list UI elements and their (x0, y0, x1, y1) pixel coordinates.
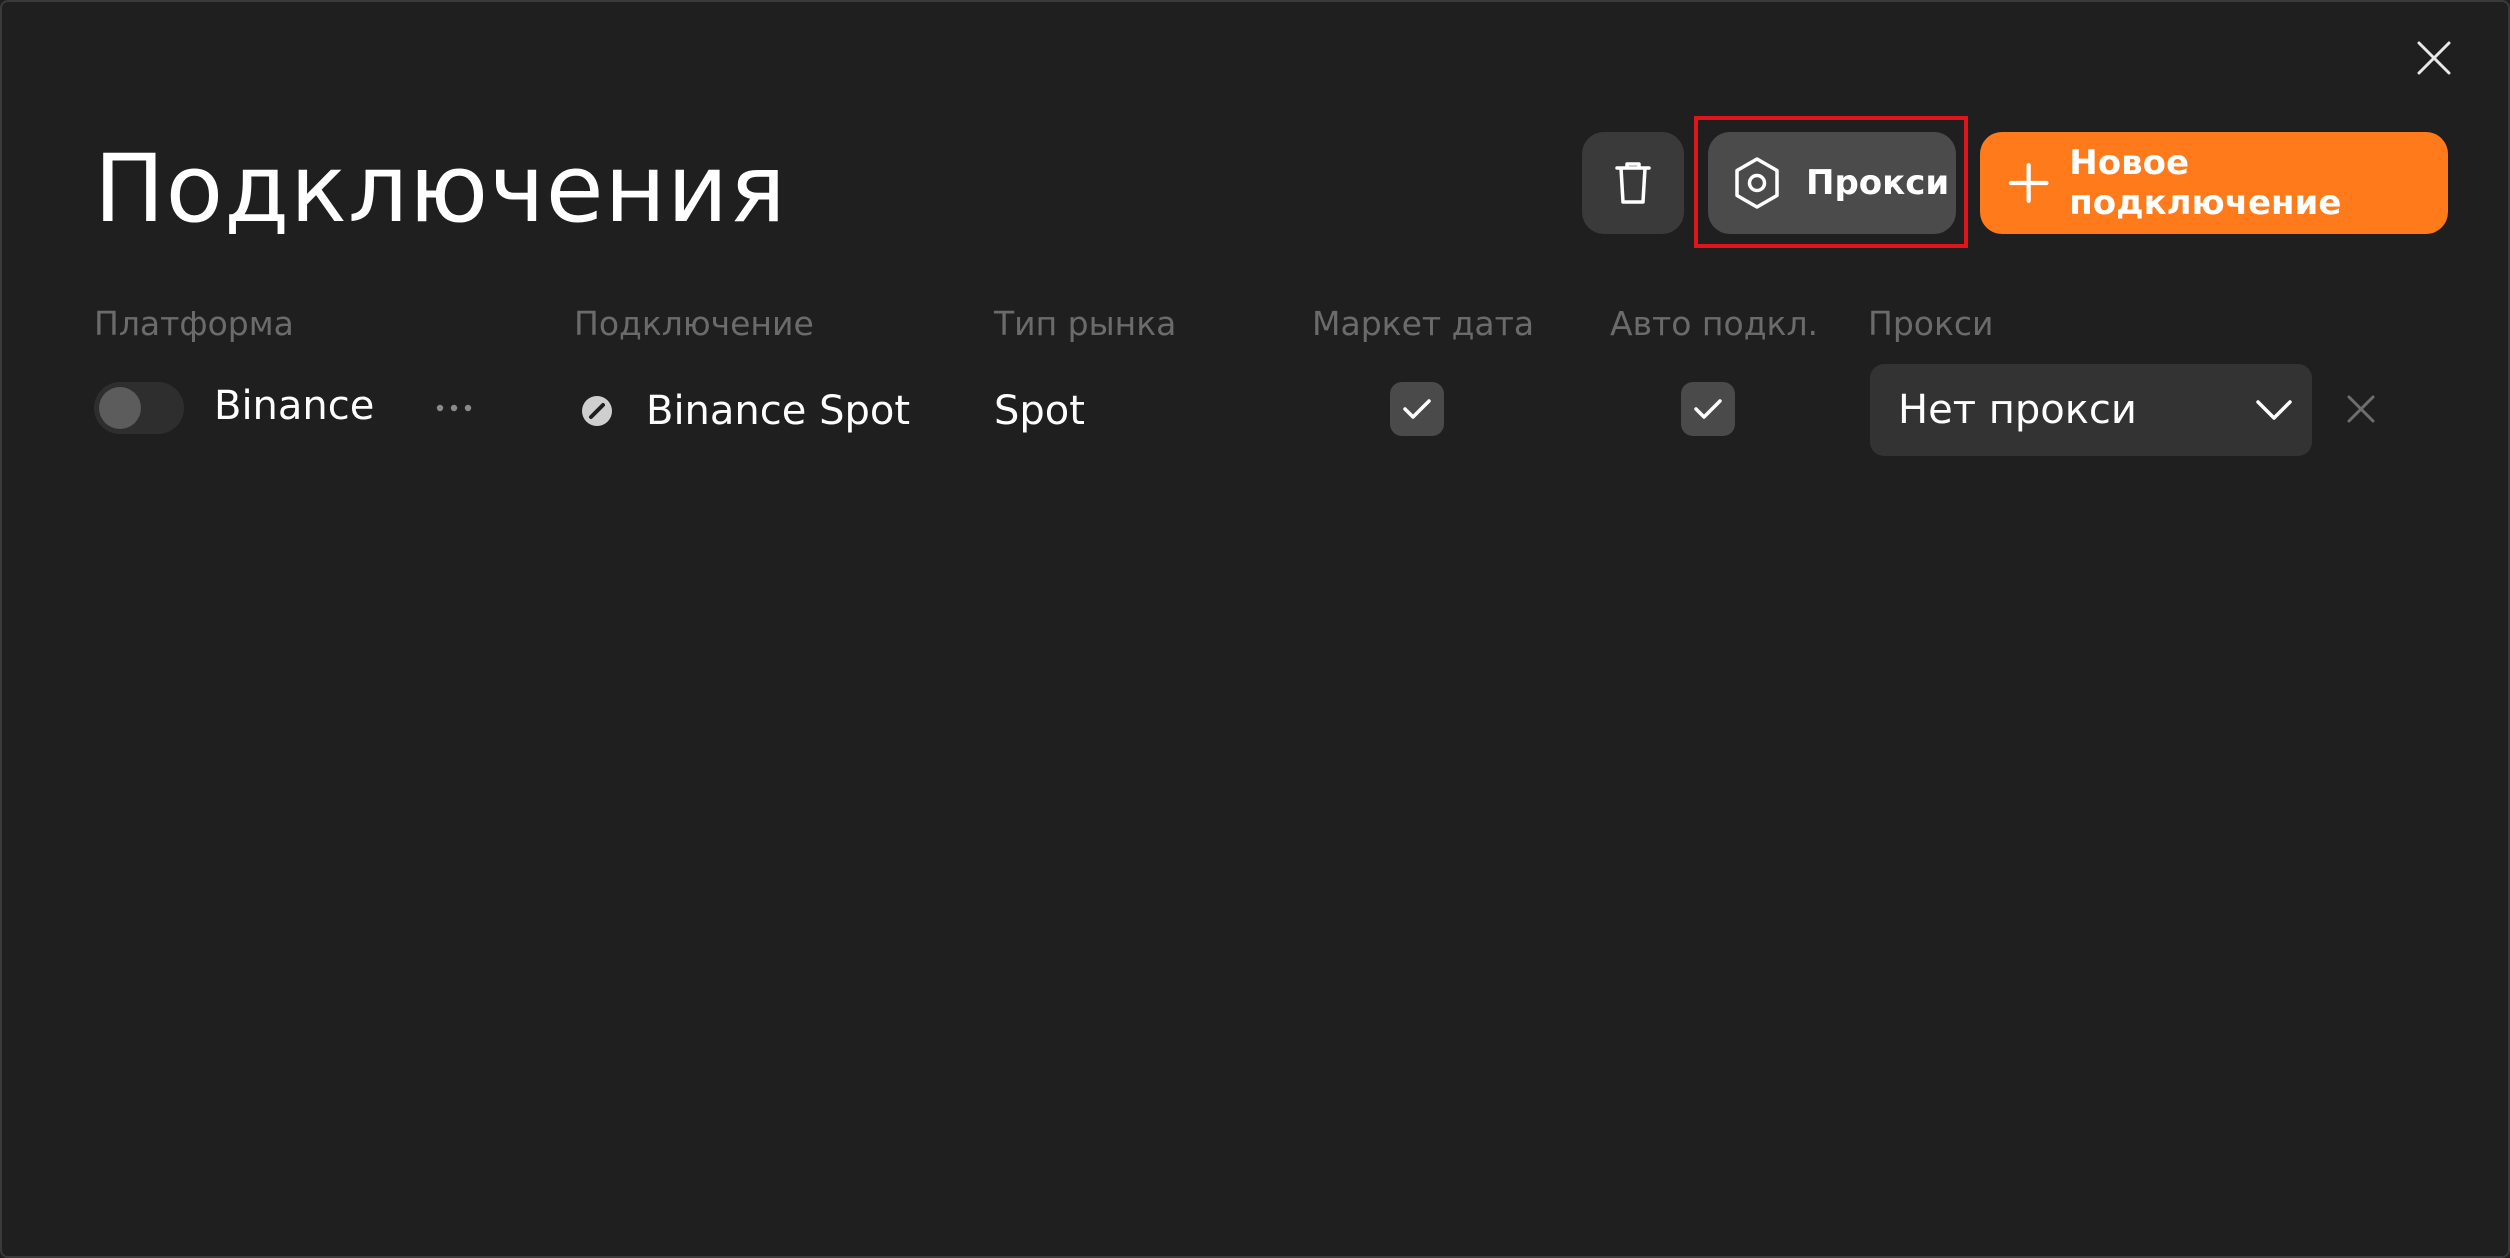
checkmark-icon (1403, 399, 1431, 419)
new-connection-button[interactable]: Новое подключение (1980, 132, 2448, 234)
new-connection-button-label: Новое подключение (2069, 143, 2342, 223)
trash-icon (1615, 162, 1651, 204)
header-market-type: Тип рынка (994, 304, 1177, 343)
auto-connect-checkbox[interactable] (1681, 382, 1735, 436)
close-icon (2347, 395, 2375, 423)
proxy-button-label: Прокси (1806, 163, 1950, 203)
remove-row-button[interactable] (2340, 388, 2382, 430)
more-options-button[interactable] (430, 388, 478, 428)
platform-name: Binance (214, 383, 375, 429)
header-auto-connect: Авто подкл. (1610, 304, 1819, 343)
proxy-select[interactable]: Нет прокси (1870, 364, 2312, 456)
header-connection: Подключение (574, 304, 814, 343)
proxy-select-value: Нет прокси (1898, 387, 2137, 433)
toggle-knob (99, 387, 141, 429)
header-platform: Платформа (94, 304, 294, 343)
close-icon (2417, 41, 2451, 75)
connections-window: Подключения Прокси Новое подключение Пла… (0, 0, 2510, 1258)
header-market-data: Маркет дата (1312, 304, 1535, 343)
connection-name: Binance Spot (646, 388, 911, 434)
delete-button[interactable] (1582, 132, 1684, 234)
market-type-value: Spot (994, 388, 1085, 434)
hexagon-settings-icon (1735, 157, 1779, 209)
checkmark-icon (1694, 399, 1722, 419)
plus-icon (2008, 163, 2049, 203)
page-title: Подключения (94, 135, 787, 244)
platform-enabled-toggle[interactable] (94, 382, 184, 434)
connection-status-icon (582, 396, 612, 426)
more-horizontal-icon (436, 404, 472, 412)
header-proxy: Прокси (1868, 304, 1994, 343)
chevron-down-icon (2256, 400, 2292, 420)
close-window-button[interactable] (2406, 30, 2462, 86)
proxy-button[interactable]: Прокси (1708, 132, 1956, 234)
market-data-checkbox[interactable] (1390, 382, 1444, 436)
